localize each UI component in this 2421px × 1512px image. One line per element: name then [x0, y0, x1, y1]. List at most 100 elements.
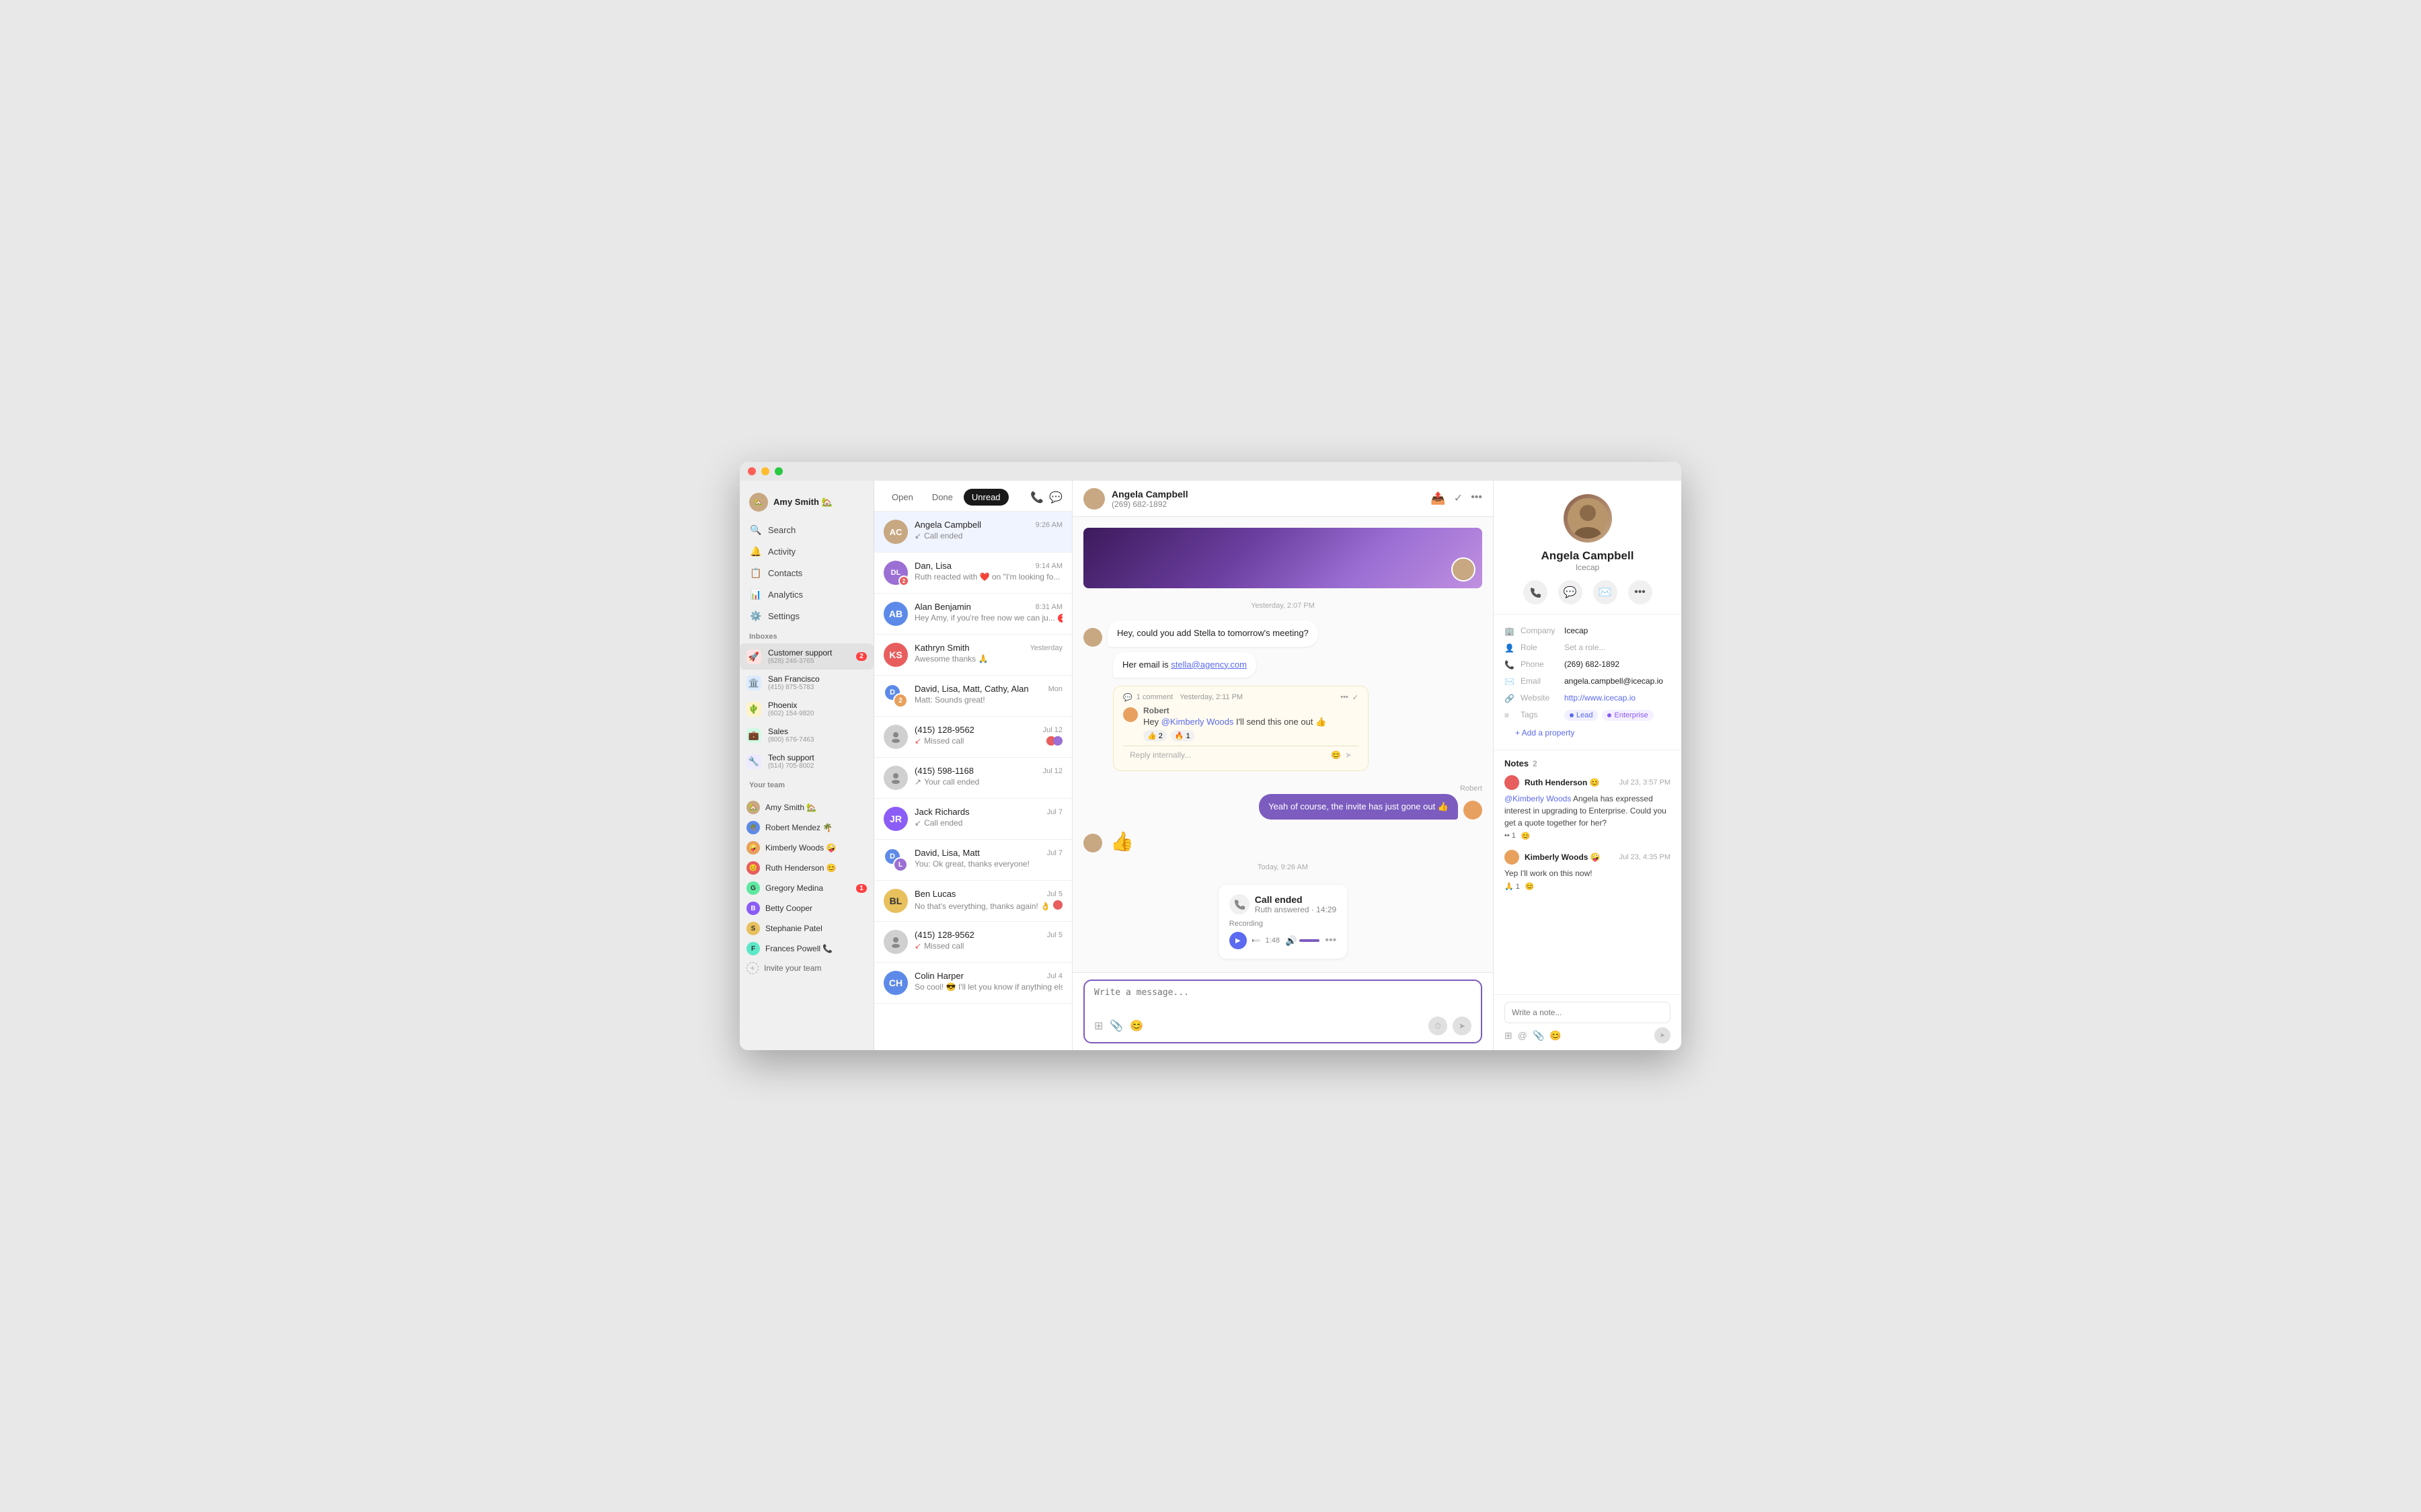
- list-item[interactable]: AB Alan Benjamin 8:31 AM Hey Amy, if you…: [874, 594, 1072, 635]
- sidebar-item-contacts[interactable]: 📋 Contacts: [745, 563, 868, 583]
- close-button[interactable]: [748, 467, 756, 475]
- conv-info: David, Lisa, Matt, Cathy, Alan Mon Matt:…: [915, 684, 1063, 705]
- audio-time: 1:48: [1266, 937, 1280, 945]
- call-button[interactable]: [1523, 580, 1547, 604]
- more-options-icon[interactable]: •••: [1325, 934, 1336, 947]
- phone-icon[interactable]: 📞: [1030, 491, 1044, 504]
- list-item[interactable]: D L David, Lisa, Matt Jul 7 You: Ok grea…: [874, 840, 1072, 881]
- team-item-amy[interactable]: 🏡 Amy Smith 🏡: [740, 797, 874, 818]
- list-item[interactable]: KS Kathryn Smith Yesterday Awesome thank…: [874, 635, 1072, 676]
- tab-done[interactable]: Done: [924, 489, 961, 506]
- team-item-betty[interactable]: B Betty Cooper: [740, 898, 874, 918]
- list-item[interactable]: BL Ben Lucas Jul 5 No that's everything,…: [874, 881, 1072, 922]
- chat-icon[interactable]: 💬: [1049, 491, 1063, 504]
- sidebar-item-search[interactable]: 🔍 Search: [745, 520, 868, 540]
- list-item[interactable]: (415) 128-9562 Jul 5 ↙ Missed call: [874, 922, 1072, 963]
- note-meta: Ruth Henderson 😊 Jul 23, 3:57 PM: [1504, 775, 1670, 790]
- email-button[interactable]: ✉️: [1593, 580, 1617, 604]
- detail-value: http://www.icecap.io: [1564, 693, 1670, 703]
- emoji-icon[interactable]: 😊: [1331, 750, 1341, 760]
- check-icon[interactable]: ✓: [1454, 491, 1463, 506]
- check-icon[interactable]: ✓: [1352, 693, 1358, 702]
- app-window: 🏡 Amy Smith 🏡 🔍 Search 🔔 Activity 📋 Cont…: [740, 462, 1681, 1050]
- website-icon: 🔗: [1504, 694, 1514, 703]
- inbox-info: Phoenix (602) 154-9820: [768, 701, 867, 717]
- list-item[interactable]: (415) 598-1168 Jul 12 ↗ Your call ended: [874, 758, 1072, 799]
- preview-text: Awesome thanks 🙏: [915, 654, 988, 664]
- reaction[interactable]: 🙏 1: [1504, 882, 1520, 891]
- reaction[interactable]: 😊: [1525, 882, 1535, 891]
- sidebar-item-san-francisco[interactable]: 🏛️ San Francisco (415) 875-5783: [740, 670, 874, 696]
- comment-avatar: [1123, 707, 1138, 722]
- attach-icon[interactable]: 📎: [1533, 1030, 1544, 1041]
- more-options-icon[interactable]: •••: [1471, 491, 1482, 506]
- list-item[interactable]: CH Colin Harper Jul 4 So cool! 😎 I'll le…: [874, 963, 1072, 1004]
- tag-enterprise[interactable]: Enterprise: [1602, 710, 1653, 721]
- unread-badge: 2: [1058, 614, 1063, 623]
- notes-send-button[interactable]: ➤: [1654, 1027, 1670, 1043]
- more-icon[interactable]: •••: [1340, 693, 1348, 701]
- reaction[interactable]: •• 1: [1504, 832, 1516, 840]
- send-icon[interactable]: ➤: [1345, 750, 1352, 760]
- volume-bar[interactable]: [1299, 939, 1319, 942]
- detail-phone: 📞 Phone (269) 682-1892: [1504, 656, 1670, 673]
- tab-open[interactable]: Open: [884, 489, 921, 506]
- tab-unread[interactable]: Unread: [964, 489, 1009, 506]
- send-button[interactable]: ➤: [1453, 1017, 1471, 1035]
- team-item-kimberly[interactable]: 🤪 Kimberly Woods 🤪: [740, 838, 874, 858]
- mention: @Kimberly Woods: [1504, 794, 1571, 803]
- team-member-name: Gregory Medina: [765, 883, 851, 893]
- sidebar-item-customer-support[interactable]: 🚀 Customer support (628) 246-3765 2: [740, 643, 874, 670]
- team-section: 🏡 Amy Smith 🏡 🌴 Robert Mendez 🌴 🤪 Kimber…: [740, 797, 874, 959]
- sidebar-item-sales[interactable]: 💼 Sales (800) 676-7463: [740, 722, 874, 748]
- comment-count-icon: 💬: [1123, 693, 1132, 702]
- minimize-button[interactable]: [761, 467, 769, 475]
- sidebar-item-analytics[interactable]: 📊 Analytics: [745, 584, 868, 604]
- attach-icon[interactable]: 📎: [1110, 1019, 1123, 1033]
- reaction[interactable]: 😊: [1521, 832, 1531, 840]
- team-item-stephanie[interactable]: S Stephanie Patel: [740, 918, 874, 939]
- tag-lead[interactable]: Lead: [1564, 710, 1598, 721]
- internal-comment-wrap: 💬 1 comment Yesterday, 2:11 PM ••• ✓ Rob…: [1083, 683, 1482, 774]
- sidebar-item-settings[interactable]: ⚙️ Settings: [745, 606, 868, 626]
- reaction[interactable]: 🔥 1: [1171, 730, 1194, 742]
- add-property-button[interactable]: + Add a property: [1504, 724, 1670, 742]
- format-icon[interactable]: ⊞: [1094, 1019, 1103, 1033]
- website-link[interactable]: http://www.icecap.io: [1564, 693, 1636, 703]
- preview-text: Missed call: [924, 736, 964, 746]
- sidebar-item-activity[interactable]: 🔔 Activity: [745, 541, 868, 561]
- detail-website: 🔗 Website http://www.icecap.io: [1504, 690, 1670, 707]
- invite-team-button[interactable]: + Invite your team: [740, 959, 874, 978]
- preview-text: Call ended: [924, 531, 962, 541]
- message-button[interactable]: 💬: [1558, 580, 1582, 604]
- emoji-icon[interactable]: 😊: [1549, 1030, 1561, 1041]
- sidebar-item-tech-support[interactable]: 🔧 Tech support (514) 705-8002: [740, 748, 874, 774]
- list-item[interactable]: DL 2 Dan, Lisa 9:14 AM Ruth reacted with…: [874, 553, 1072, 594]
- reply-placeholder[interactable]: Reply internally...: [1130, 750, 1191, 760]
- at-icon[interactable]: @: [1518, 1030, 1527, 1041]
- message-input[interactable]: [1094, 988, 1471, 1008]
- team-item-ruth[interactable]: 😊 Ruth Henderson 😊: [740, 858, 874, 878]
- emoji-icon[interactable]: 😊: [1130, 1019, 1143, 1033]
- avatar: S: [746, 922, 760, 935]
- volume-icon[interactable]: 🔊: [1285, 935, 1297, 947]
- list-item[interactable]: (415) 128-9562 Jul 12 ↙ Missed call: [874, 717, 1072, 758]
- play-button[interactable]: ▶: [1229, 932, 1247, 949]
- reaction[interactable]: 👍 2: [1143, 730, 1167, 742]
- schedule-send-button[interactable]: ⏱: [1428, 1017, 1447, 1035]
- list-item[interactable]: D 2 David, Lisa, Matt, Cathy, Alan Mon M…: [874, 676, 1072, 717]
- screen-share-icon[interactable]: 📤: [1430, 491, 1445, 506]
- conv-name: (415) 128-9562: [915, 725, 974, 735]
- format-icon[interactable]: ⊞: [1504, 1030, 1512, 1041]
- list-item[interactable]: JR Jack Richards Jul 7 ↙ Call ended: [874, 799, 1072, 840]
- sidebar-item-phoenix[interactable]: 🌵 Phoenix (602) 154-9820: [740, 696, 874, 722]
- team-item-gregory[interactable]: G Gregory Medina 1: [740, 878, 874, 898]
- maximize-button[interactable]: [775, 467, 783, 475]
- team-item-robert[interactable]: 🌴 Robert Mendez 🌴: [740, 818, 874, 838]
- team-item-frances[interactable]: F Frances Powell 📞: [740, 939, 874, 959]
- inbox-phone: (602) 154-9820: [768, 710, 867, 717]
- notes-input[interactable]: [1504, 1002, 1670, 1023]
- more-options-button[interactable]: •••: [1628, 580, 1652, 604]
- list-item[interactable]: AC Angela Campbell 9:26 AM ↙ Call ended: [874, 512, 1072, 553]
- progress-bar[interactable]: [1252, 939, 1260, 942]
